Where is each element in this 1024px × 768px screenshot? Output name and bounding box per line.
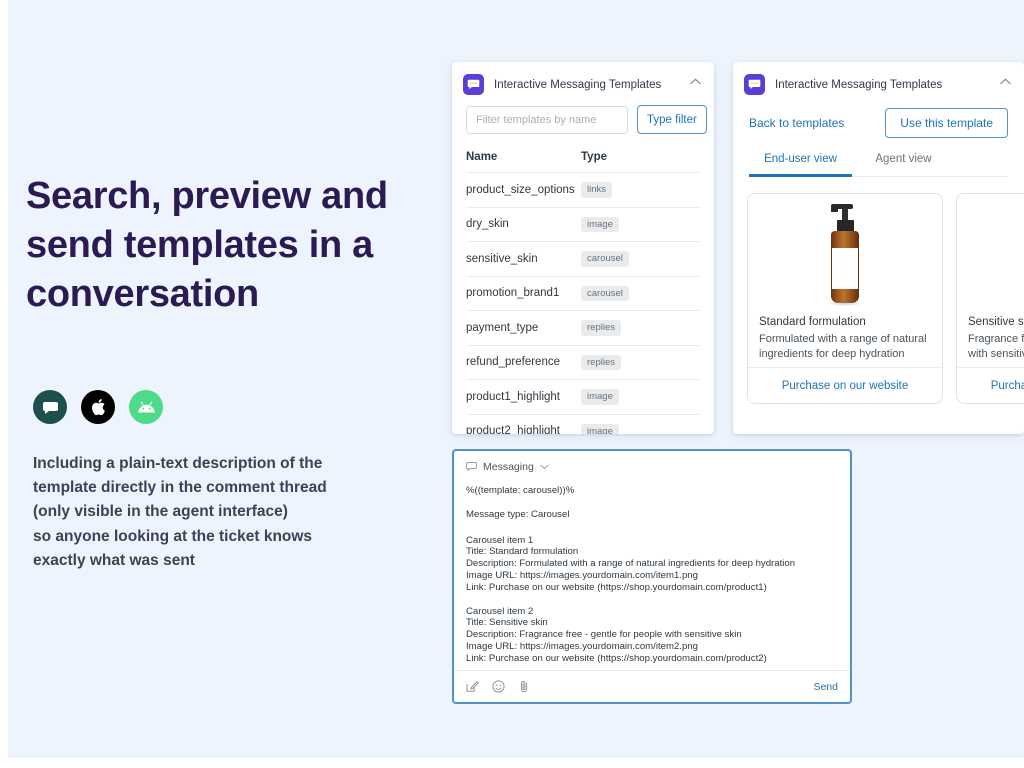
card-link[interactable]: Purchase on our website	[782, 380, 909, 392]
composer-channel-selector[interactable]: Messaging	[454, 451, 850, 473]
filter-row: Type filter	[452, 105, 714, 134]
carousel-track[interactable]: Standard formulation Formulated with a r…	[747, 193, 1024, 404]
column-header-type: Type	[581, 151, 700, 173]
slide-canvas: Search, preview and send templates in a …	[8, 0, 1024, 758]
template-name: dry_skin	[466, 207, 581, 242]
body-line: exactly what was sent	[33, 551, 195, 569]
composer-carousel-item-1: Carousel item 1 Title: Standard formulat…	[466, 534, 796, 593]
template-name: refund_preference	[466, 345, 581, 380]
table-row[interactable]: promotion_brand1 carousel	[466, 276, 700, 311]
send-button[interactable]: Send	[813, 681, 838, 693]
chevron-up-icon[interactable]	[1000, 78, 1011, 85]
card-description: Fragrance free - gentle for people with …	[968, 333, 1024, 360]
template-name: promotion_brand1	[466, 276, 581, 311]
body-line: so anyone looking at the ticket knows	[33, 527, 313, 545]
template-name: product2_highlight	[466, 425, 560, 434]
type-tag: carousel	[581, 285, 629, 301]
preview-panel: Interactive Messaging Templates Back to …	[733, 62, 1024, 434]
table-row[interactable]: product1_highlight image	[466, 379, 700, 415]
pump-bottle-illustration	[825, 203, 865, 306]
table-header-row: Name Type	[466, 151, 700, 173]
use-this-template-button[interactable]: Use this template	[885, 108, 1008, 138]
carousel-card[interactable]: Sensitive skin Fragrance free - gentle f…	[956, 193, 1024, 404]
product-image	[957, 194, 1024, 307]
messaging-app-icon	[463, 74, 484, 95]
platform-icon-group	[33, 390, 163, 424]
templates-panel-header: Interactive Messaging Templates	[452, 62, 714, 105]
table-row[interactable]: product2_highlight image	[466, 414, 700, 434]
templates-panel-title: Interactive Messaging Templates	[494, 78, 662, 91]
preview-tabs: End-user view Agent view	[749, 153, 1008, 177]
preview-panel-title: Interactive Messaging Templates	[775, 78, 943, 91]
template-name: payment_type	[466, 310, 581, 346]
type-tag: links	[581, 182, 613, 198]
carousel-card[interactable]: Standard formulation Formulated with a r…	[747, 193, 943, 404]
preview-panel-header: Interactive Messaging Templates	[733, 62, 1024, 105]
body-copy: Including a plain-text description of th…	[33, 452, 443, 573]
templates-panel: Interactive Messaging Templates Type fil…	[452, 62, 714, 434]
column-header-name: Name	[466, 151, 581, 173]
table-row[interactable]: sensitive_skin carousel	[466, 241, 700, 277]
type-tag: replies	[581, 354, 621, 370]
table-row[interactable]: payment_type replies	[466, 310, 700, 346]
compose-icon[interactable]	[466, 680, 479, 693]
table-row[interactable]: product_size_options links	[466, 172, 700, 208]
type-tag: image	[581, 423, 619, 434]
template-name: product_size_options	[466, 172, 581, 208]
template-name: sensitive_skin	[466, 241, 581, 277]
preview-actions: Back to templates Use this template	[733, 105, 1024, 138]
chat-bubble-icon	[466, 462, 477, 472]
card-description: Formulated with a range of natural ingre…	[759, 333, 927, 360]
filter-templates-input[interactable]	[466, 105, 628, 134]
android-icon	[129, 390, 163, 424]
product-image	[748, 194, 942, 307]
type-filter-button[interactable]: Type filter	[637, 105, 707, 134]
attachment-icon[interactable]	[518, 680, 531, 693]
body-line: template directly in the comment thread	[33, 479, 327, 497]
composer-carousel-item-2: Carousel item 2 Title: Sensitive skin De…	[466, 605, 767, 664]
chevron-up-icon[interactable]	[690, 78, 701, 85]
message-composer[interactable]: Messaging %((template: carousel))% Messa…	[452, 449, 852, 704]
card-title: Sensitive skin	[968, 316, 1024, 328]
composer-toolbar: Send	[454, 670, 850, 702]
tab-end-user-view[interactable]: End-user view	[749, 153, 852, 177]
table-row[interactable]: refund_preference replies	[466, 345, 700, 380]
carousel-strip: Standard formulation Formulated with a r…	[733, 193, 1024, 407]
card-link[interactable]: Purchase on our website	[991, 380, 1024, 392]
type-tag: replies	[581, 320, 621, 336]
back-to-templates-button[interactable]: Back to templates	[749, 116, 844, 130]
messaging-app-icon	[744, 74, 765, 95]
tab-agent-view[interactable]: Agent view	[852, 153, 955, 177]
apple-icon	[81, 390, 115, 424]
body-line: Including a plain-text description of th…	[33, 455, 323, 472]
body-line: (only visible in the agent interface)	[33, 503, 288, 521]
chevron-down-icon[interactable]	[540, 464, 549, 470]
table-row[interactable]: dry_skin image	[466, 207, 700, 242]
composer-channel-label: Messaging	[483, 461, 534, 473]
type-tag: image	[581, 216, 619, 232]
messaging-bubble-icon	[33, 390, 67, 424]
page-title: Search, preview and send templates in a …	[26, 175, 388, 315]
templates-table: Name Type product_size_options links dry…	[466, 151, 700, 434]
card-title: Standard formulation	[759, 316, 866, 328]
composer-message-type-line: Message type: Carousel	[466, 508, 570, 520]
composer-token-line: %((template: carousel))%	[466, 485, 575, 496]
template-name: product1_highlight	[466, 379, 581, 415]
emoji-icon[interactable]	[492, 680, 505, 693]
type-tag: image	[581, 389, 619, 405]
type-tag: carousel	[581, 251, 629, 267]
